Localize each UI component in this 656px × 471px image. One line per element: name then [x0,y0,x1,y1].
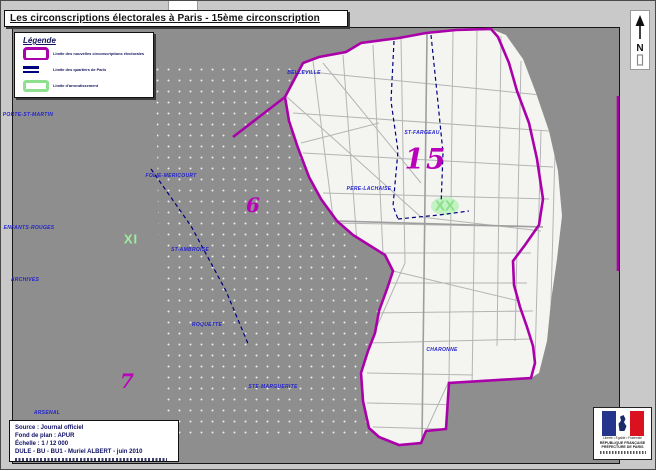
title-box: Les circonscriptions électorales à Paris… [4,10,348,27]
legend-item-quartier: Limite des quartiers de Paris [23,63,153,76]
source-box: Source : Journal officiel Fond de plan :… [9,420,179,462]
circonscription-boundary-swatch [23,47,49,60]
circonscription-number: 7 [120,369,134,393]
quartier-label: PORTE-ST-MARTIN [3,112,53,118]
french-flag-icon [602,411,644,436]
quartier-label: ROQUETTE [192,322,222,328]
quartier-label: FOLIE-MERICOURT [145,173,196,179]
prefecture-logo-box: Liberté • Égalité • Fraternité RÉPUBLIQU… [593,407,652,460]
north-arrow: N [630,10,650,70]
source-line: Fond de plan : APUR [15,432,178,440]
source-line: Source : Journal officiel [15,424,178,432]
map-sheet: Les circonscriptions électorales à Paris… [0,0,656,470]
legend-item-label: Limite d'arrondissement [53,83,98,88]
quartier-label: ARSENAL [34,410,60,416]
legend-item-arrondissement: Limite d'arrondissement [23,79,153,92]
quartier-label: ARCHIVES [11,277,39,283]
arrondissement-number: XX [435,198,455,215]
arrondissement-number: XI [124,232,138,247]
quartier-label: BELLEVILLE [287,70,321,76]
quartier-boundary-swatch [23,66,39,73]
logo-fineprint [600,451,646,454]
legend-title: Légende [23,36,153,45]
legend-item-label: Limite des quartiers de Paris [53,67,106,72]
quartier-label: CHARONNE [426,347,457,353]
legend-box: Légende Limite des nouvelles circonscrip… [14,32,154,98]
source-line: Échelle : 1 / 12 000 [15,440,178,448]
page-title: Les circonscriptions électorales à Paris… [10,13,320,24]
source-fineprint [15,458,167,461]
quartier-label: ST-FARGEAU [404,130,439,136]
quartier-label: ST-AMBROISE [171,247,209,253]
legend-item-circonscription: Limite des nouvelles circonscriptions él… [23,47,153,60]
circonscription-number: 15 [405,143,448,176]
quartier-label: PERE-LACHAISE [347,186,392,192]
logo-prefecture: PRÉFECTURE DE PARIS [601,445,643,450]
quartier-label: STE-MARGUERITE [248,384,297,390]
legend-item-label: Limite des nouvelles circonscriptions él… [53,51,144,56]
source-line: DULE - BU - BU1 - Muriel ALBERT - juin 2… [15,448,178,456]
arrondissement-boundary-swatch [23,80,49,92]
north-label: N [636,43,643,54]
circonscription-number: 6 [246,193,260,217]
quartier-label: ENFANTS-ROUGES [4,225,55,231]
